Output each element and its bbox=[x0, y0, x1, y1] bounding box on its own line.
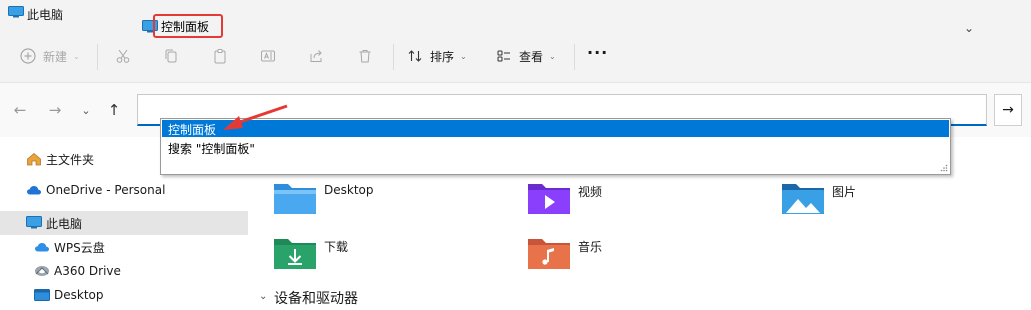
folder-label: 音乐 bbox=[578, 240, 603, 254]
this-pc-icon bbox=[26, 216, 42, 229]
clipboard-icon bbox=[211, 47, 229, 65]
sidebar-item-label: OneDrive - Personal bbox=[46, 183, 166, 197]
forward-button[interactable]: → bbox=[44, 99, 66, 121]
share-icon bbox=[307, 47, 325, 65]
sidebar-item-a360-drive[interactable]: A360 Drive bbox=[0, 259, 248, 283]
sidebar-item-label: Desktop bbox=[54, 288, 104, 302]
paste-button[interactable] bbox=[211, 47, 229, 65]
chevron-down-icon: ⌄ bbox=[81, 103, 91, 117]
cloud-icon bbox=[27, 186, 41, 195]
sidebar-item-label: A360 Drive bbox=[54, 264, 121, 278]
annotation-arrow-icon bbox=[223, 104, 288, 130]
folder-label: 图片 bbox=[832, 185, 857, 199]
up-button[interactable]: ↑ bbox=[103, 99, 125, 121]
arrow-right-icon: → bbox=[48, 101, 62, 119]
copy-icon bbox=[162, 47, 180, 65]
desktop-icon bbox=[34, 289, 50, 301]
folder-label: 下载 bbox=[324, 240, 349, 254]
folder-pictures[interactable]: 图片 bbox=[780, 180, 856, 219]
chevron-down-icon: ⌄ bbox=[73, 51, 80, 61]
suggestion-label: 控制面板 bbox=[168, 123, 217, 137]
downloads-folder-icon bbox=[274, 239, 316, 269]
arrow-up-icon: ↑ bbox=[107, 101, 121, 119]
videos-folder-icon bbox=[528, 184, 570, 214]
pictures-folder-icon bbox=[782, 184, 824, 214]
view-list-icon bbox=[495, 47, 513, 65]
new-button-label: 新建 bbox=[43, 49, 68, 64]
sidebar-item-label: 此电脑 bbox=[46, 216, 83, 231]
section-header-devices[interactable]: 设备和驱动器 bbox=[274, 288, 358, 308]
sort-icon bbox=[406, 47, 424, 65]
new-button[interactable]: 新建 ⌄ bbox=[19, 47, 80, 65]
arrow-left-icon: ← bbox=[13, 101, 27, 119]
scissors-icon bbox=[114, 47, 132, 65]
folder-downloads[interactable]: 下载 bbox=[272, 235, 348, 274]
folder-label: 视频 bbox=[578, 185, 603, 199]
music-folder-icon bbox=[528, 239, 570, 269]
sidebar-item-wps-cloud[interactable]: WPS云盘 bbox=[0, 235, 248, 259]
window-title: 此电脑 bbox=[27, 8, 64, 22]
resize-grip-icon[interactable] bbox=[940, 164, 948, 172]
annotation-highlight-box bbox=[153, 14, 223, 38]
recent-locations-button[interactable]: ⌄ bbox=[75, 99, 97, 121]
sidebar-item-onedrive[interactable]: OneDrive - Personal bbox=[0, 178, 248, 202]
toolbar-divider bbox=[393, 44, 394, 70]
folder-label: Desktop bbox=[324, 183, 374, 197]
view-button-label: 查看 bbox=[519, 49, 544, 64]
chevron-down-icon: ⌄ bbox=[549, 51, 556, 61]
sidebar-item-desktop[interactable]: Desktop bbox=[0, 283, 248, 307]
toolbar-divider bbox=[574, 44, 575, 70]
sort-button-label: 排序 bbox=[430, 49, 455, 64]
sidebar-item-label: 主文件夹 bbox=[46, 152, 95, 167]
this-pc-icon bbox=[8, 6, 24, 18]
sidebar-item-label: WPS云盘 bbox=[54, 240, 105, 255]
suggestion-item[interactable]: 搜索 "控制面板" bbox=[162, 138, 949, 156]
folder-videos[interactable]: 视频 bbox=[526, 180, 602, 219]
cloud-icon bbox=[35, 243, 49, 252]
share-button[interactable] bbox=[307, 47, 325, 65]
home-icon bbox=[27, 152, 41, 166]
plus-circle-icon bbox=[19, 47, 37, 65]
go-button[interactable]: → bbox=[994, 94, 1022, 126]
folder-music[interactable]: 音乐 bbox=[526, 235, 602, 274]
back-button[interactable]: ← bbox=[9, 99, 31, 121]
desktop-folder-icon bbox=[274, 184, 316, 214]
sort-button[interactable]: 排序 ⌄ bbox=[406, 47, 467, 65]
chevron-down-icon[interactable]: ⌄ bbox=[259, 291, 267, 302]
rename-icon bbox=[259, 47, 277, 65]
rename-button[interactable] bbox=[259, 47, 277, 65]
chevron-down-icon: ⌄ bbox=[963, 21, 975, 35]
chevron-down-icon: ⌄ bbox=[460, 51, 467, 61]
sidebar-item-this-pc[interactable]: 此电脑 bbox=[0, 211, 248, 235]
delete-button[interactable] bbox=[356, 47, 374, 65]
view-button[interactable]: 查看 ⌄ bbox=[495, 47, 556, 65]
folder-desktop[interactable]: Desktop bbox=[272, 180, 374, 219]
more-options-button[interactable]: ··· bbox=[587, 43, 608, 62]
copy-button[interactable] bbox=[162, 47, 180, 65]
toolbar-divider bbox=[97, 44, 98, 70]
arrow-right-icon: → bbox=[1002, 102, 1014, 118]
cut-button[interactable] bbox=[114, 47, 132, 65]
suggestion-label: 搜索 "控制面板" bbox=[168, 142, 255, 156]
trash-icon bbox=[356, 47, 374, 65]
address-dropdown-button[interactable]: ⌄ bbox=[960, 20, 978, 36]
a360-drive-icon bbox=[35, 266, 49, 276]
